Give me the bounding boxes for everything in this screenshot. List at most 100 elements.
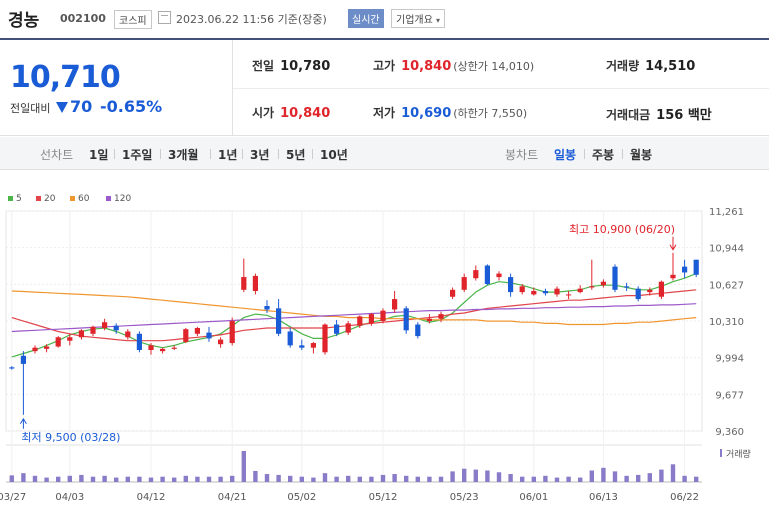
candle-body <box>670 274 676 279</box>
candle-body <box>102 322 108 329</box>
candle-body <box>183 329 189 342</box>
min-label: 최저 9,500 (03/28) <box>21 431 120 444</box>
volume-bar <box>682 475 687 482</box>
volume-legend-label: 거래량 <box>726 448 751 460</box>
volume-bar <box>79 474 84 482</box>
candle-body <box>647 289 653 293</box>
y-tick-label: 10,310 <box>709 317 744 328</box>
max-label: 최고 10,900 (06/20) <box>569 223 675 236</box>
candle-body <box>403 308 409 331</box>
volume-bar <box>230 475 235 482</box>
volume-bar <box>311 477 316 482</box>
volume-bar <box>392 474 397 482</box>
candle-body <box>334 324 340 334</box>
volume-bar <box>114 477 119 482</box>
candle-body <box>624 286 630 288</box>
volume-bar <box>276 474 281 482</box>
candle-body <box>218 339 224 345</box>
candle-body <box>299 345 305 348</box>
candle-body <box>194 328 200 334</box>
candle-body <box>519 286 525 293</box>
candle-body <box>287 331 293 346</box>
volume-bar <box>531 476 536 482</box>
candle-body <box>450 289 456 297</box>
candle-body <box>566 294 572 296</box>
candle-body <box>148 345 154 350</box>
candle-body <box>357 316 363 326</box>
candle-body <box>241 277 247 290</box>
candle-body <box>426 318 432 322</box>
volume-bar <box>415 476 420 482</box>
candle-body <box>589 286 595 288</box>
volume-bar <box>485 470 490 482</box>
candle-body <box>310 343 316 348</box>
volume-bar <box>102 475 107 482</box>
candle-body <box>508 277 514 293</box>
candle-body <box>542 290 548 294</box>
volume-bar <box>566 476 571 482</box>
candle-body <box>90 326 96 334</box>
volume-bar <box>670 464 676 482</box>
volume-bar <box>56 476 61 482</box>
volume-bar <box>462 468 467 482</box>
x-tick-label: 05/23 <box>450 492 479 503</box>
volume-bar <box>508 474 513 482</box>
volume-bar <box>299 476 304 482</box>
candle-body <box>682 266 688 273</box>
x-tick-label: 03/27 <box>0 492 26 503</box>
candle-body <box>693 259 699 275</box>
candle-body <box>345 323 351 333</box>
candle-body <box>55 337 61 347</box>
y-tick-label: 9,677 <box>715 390 744 401</box>
volume-bar <box>125 476 130 482</box>
candle-body <box>415 324 421 337</box>
volume-bar <box>496 472 502 482</box>
candle-body <box>473 270 479 279</box>
volume-bar <box>647 473 652 482</box>
volume-bar <box>543 475 548 482</box>
volume-bar <box>264 474 270 482</box>
candle-body <box>276 308 282 334</box>
candle-body <box>160 348 166 352</box>
candle-body <box>531 290 537 295</box>
candle-body <box>496 273 502 278</box>
volume-bar <box>438 476 444 482</box>
volume-bar <box>253 470 258 482</box>
volume-bar <box>334 476 339 482</box>
price-chart[interactable]: 11,261 10,944 10,627 10,310 9,994 9,677 9,360 0… <box>0 0 769 516</box>
volume-bar <box>450 471 455 482</box>
x-tick-label: 06/13 <box>589 492 618 503</box>
candle-body <box>380 310 386 322</box>
y-tick-label: 10,944 <box>709 244 744 255</box>
volume-legend-swatch <box>720 449 722 457</box>
x-tick-label: 04/21 <box>218 492 247 503</box>
volume-bar <box>357 476 362 482</box>
volume-bar <box>554 477 560 482</box>
volume-bar <box>67 475 72 482</box>
x-tick-label: 05/02 <box>287 492 316 503</box>
candle-body <box>368 314 374 324</box>
x-tick-label: 06/01 <box>519 492 548 503</box>
candle-body <box>438 314 444 319</box>
volume-bar <box>44 477 49 482</box>
candle-body <box>206 332 212 339</box>
candle-body <box>20 355 26 364</box>
volume-bar <box>520 476 525 482</box>
volume-bar <box>288 475 293 482</box>
candle-body <box>9 367 15 369</box>
candle-body <box>67 337 73 341</box>
volume-bar <box>589 470 594 482</box>
volume-bar <box>21 473 26 482</box>
volume-bar <box>241 451 246 482</box>
volume-bar <box>369 476 374 482</box>
volume-bar <box>473 469 478 482</box>
volume-bar <box>624 475 629 482</box>
volume-bar <box>380 474 386 482</box>
y-tick-label: 11,261 <box>709 207 744 218</box>
volume-bar <box>322 473 328 482</box>
candle-body <box>635 288 641 300</box>
candle-body <box>600 281 606 286</box>
candle-body <box>658 281 664 297</box>
volume-bar <box>206 476 212 482</box>
volume-bar <box>195 476 200 482</box>
